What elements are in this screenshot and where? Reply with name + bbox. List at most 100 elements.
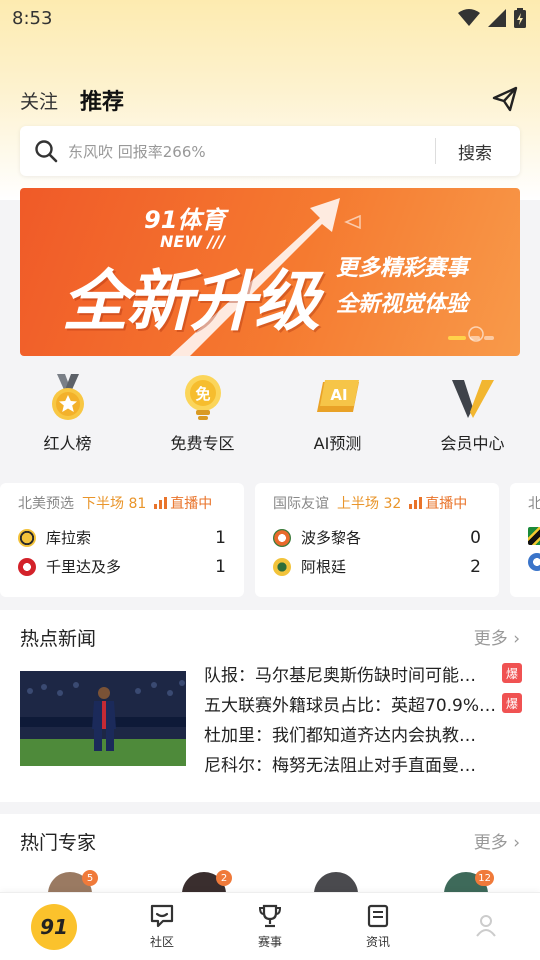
svg-text:AI: AI <box>330 386 347 404</box>
avatar-badge: 12 <box>475 870 494 886</box>
free-bulb-icon: 免 <box>184 375 221 420</box>
nav-events[interactable]: 赛事 <box>216 893 324 960</box>
news-item[interactable]: 五大联赛外籍球员占比：英超70.9%… 爆 <box>204 688 522 718</box>
hot-badge: 爆 <box>502 693 522 713</box>
quick-entry-free-zone[interactable]: 免 免费专区 <box>143 372 263 464</box>
quick-entry-label: 会员中心 <box>440 434 505 453</box>
news-thumbnail[interactable] <box>20 671 186 766</box>
quick-entry-ai-predict[interactable]: AI AI预测 <box>278 372 398 464</box>
team-logo-icon <box>273 557 291 576</box>
nav-community[interactable]: 社区 <box>108 893 216 960</box>
team-name: 阿根廷 <box>301 558 347 576</box>
live-bars-icon <box>409 497 423 509</box>
match-league: 北美预选 <box>18 496 74 512</box>
user-icon <box>476 914 496 937</box>
team-row-away: 阿根廷 2 <box>273 556 481 577</box>
match-card[interactable]: 北美预选 下半场 81 直播中 库拉索 1 千里达及多 1 <box>0 483 244 597</box>
match-period: 上半场 32 <box>337 496 402 512</box>
news-headline: 杜加里：我们都知道齐达内会执教… <box>204 725 476 746</box>
team-score: 1 <box>215 556 226 577</box>
trophy-icon <box>258 904 282 928</box>
vip-icon <box>451 380 494 418</box>
banner-pagination <box>448 336 494 340</box>
news-headline: 尼科尔：梅努无法阻止对手直面曼… <box>204 755 476 776</box>
status-time: 8:53 <box>12 7 53 29</box>
live-label: 直播中 <box>425 496 468 512</box>
search-divider <box>435 138 436 164</box>
team-score: 1 <box>215 527 226 548</box>
nav-news[interactable]: 资讯 <box>324 893 432 960</box>
quick-entry-vip-center[interactable]: 会员中心 <box>413 372 533 464</box>
more-label: 更多 <box>473 629 508 649</box>
more-label: 更多 <box>473 833 508 853</box>
match-header: 北美预选 下半场 81 直播中 <box>18 493 226 513</box>
nav-home[interactable]: 91 <box>0 893 108 960</box>
top-tabs: 关注 推荐 <box>0 80 540 120</box>
chevron-right-icon: › <box>513 833 520 853</box>
ai-icon: AI <box>316 380 359 412</box>
team-name: 波多黎各 <box>301 529 362 547</box>
news-item[interactable]: 尼科尔：梅努无法阻止对手直面曼… <box>204 748 522 778</box>
search-input[interactable]: 东风吹 回报率266% <box>68 141 435 162</box>
avatar-badge: 2 <box>216 870 232 886</box>
search-icon <box>35 140 58 163</box>
search-bar[interactable]: 东风吹 回报率266% 搜索 <box>20 126 520 176</box>
news-headline: 五大联赛外籍球员占比：英超70.9%… <box>204 695 496 716</box>
news-list: 队报：马尔基尼奥斯伤缺时间可能… 爆 五大联赛外籍球员占比：英超70.9%… 爆… <box>204 658 522 778</box>
match-league: 北 <box>528 496 540 512</box>
match-header: 国际友谊 上半场 32 直播中 <box>273 493 481 513</box>
quick-entry-grid: 红人榜 免 免费专区 AI AI预测 会员中心 <box>0 372 540 464</box>
live-indicator: 直播中 <box>409 493 467 513</box>
chat-icon <box>150 904 174 928</box>
banner-subtitle-1: 更多精彩赛事 <box>336 256 469 281</box>
live-label: 直播中 <box>170 496 213 512</box>
live-bars-icon <box>154 497 168 509</box>
nav-label: 社区 <box>149 935 174 949</box>
chevron-right-icon: › <box>513 629 520 649</box>
medal-icon <box>51 374 84 420</box>
app-logo-icon: 91 <box>31 903 77 950</box>
bottom-nav: 91 社区 赛事 资讯 <box>0 892 540 960</box>
news-item[interactable]: 队报：马尔基尼奥斯伤缺时间可能… 爆 <box>204 658 522 688</box>
nav-profile[interactable] <box>432 893 540 960</box>
search-button[interactable]: 搜索 <box>458 139 492 164</box>
wifi-icon <box>458 9 480 26</box>
signal-icon <box>488 9 506 27</box>
send-icon[interactable] <box>490 84 520 114</box>
team-row-home: 波多黎各 0 <box>273 527 481 548</box>
battery-icon <box>514 8 526 28</box>
avatar-badge: 5 <box>82 870 98 886</box>
match-period: 下半场 81 <box>82 496 147 512</box>
tab-follow[interactable]: 关注 <box>20 87 58 114</box>
news-more-link[interactable]: 更多 › <box>474 624 520 649</box>
football-player-photo <box>20 671 186 766</box>
news-headline: 队报：马尔基尼奥斯伤缺时间可能… <box>204 665 476 686</box>
team-score: 2 <box>470 556 481 577</box>
team-name: 库拉索 <box>46 529 92 547</box>
quick-entry-label: 红人榜 <box>43 434 92 453</box>
live-match-strip: 北美预选 下半场 81 直播中 库拉索 1 千里达及多 1 国际友谊 上半场 3… <box>0 483 540 597</box>
quick-entry-influencer-rank[interactable]: 红人榜 <box>8 372 128 464</box>
promo-banner[interactable]: 91体育 NEW /// 全新升级 更多精彩赛事 全新视觉体验 <box>20 188 520 356</box>
section-title: 热门专家 <box>20 832 97 854</box>
quick-entry-label: AI预测 <box>313 434 362 453</box>
news-item[interactable]: 杜加里：我们都知道齐达内会执教… <box>204 718 522 748</box>
team-logo-icon <box>18 528 36 547</box>
match-card[interactable]: 国际友谊 上半场 32 直播中 波多黎各 0 阿根廷 2 <box>255 483 499 597</box>
hot-news-section: 热点新闻 更多 › 队报：马尔基尼奥斯伤缺时间可能… 爆 五大联赛外籍球员占比：… <box>0 610 540 802</box>
tab-recommend[interactable]: 推荐 <box>80 84 125 116</box>
match-header: 北 <box>528 493 540 513</box>
quick-entry-label: 免费专区 <box>170 434 235 453</box>
team-logo-icon <box>528 527 540 545</box>
hot-badge: 爆 <box>502 663 522 683</box>
nav-label: 资讯 <box>365 935 390 949</box>
team-logo-icon <box>528 553 540 571</box>
match-card[interactable]: 北 <box>510 483 540 597</box>
team-row-home: 库拉索 1 <box>18 527 226 548</box>
live-indicator: 直播中 <box>154 493 212 513</box>
team-row-away: 千里达及多 1 <box>18 556 226 577</box>
document-icon <box>367 904 389 928</box>
status-bar: 8:53 <box>0 0 540 36</box>
experts-more-link[interactable]: 更多 › <box>474 828 520 853</box>
team-name: 千里达及多 <box>46 558 122 576</box>
